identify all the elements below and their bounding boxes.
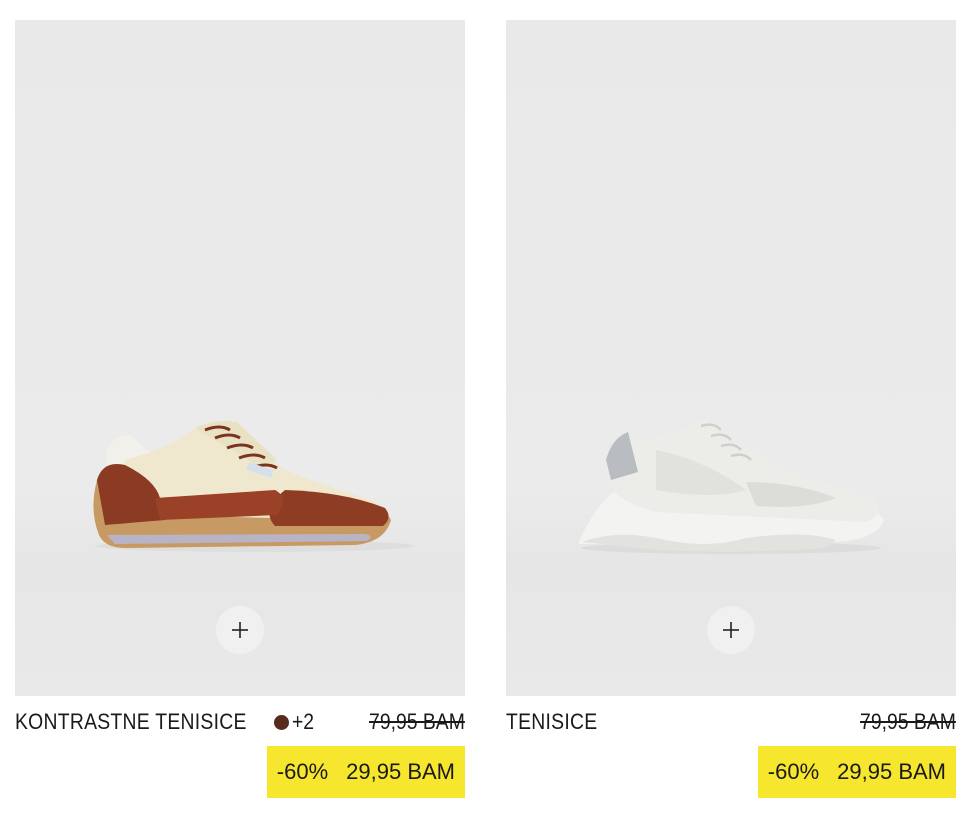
original-price: 79,95 BAM [369,709,465,734]
product-name[interactable]: KONTRASTNE TENISICE [15,709,247,735]
product-image[interactable] [15,20,465,696]
sale-price-badge: -60% 29,95 BAM [757,746,956,798]
sale-price: 29,95 BAM [346,759,455,784]
product-card[interactable]: KONTRASTNE TENISICE +2 79,95 BAM -60% 29… [15,20,465,798]
product-name[interactable]: TENISICE [506,709,597,735]
sale-price-badge: -60% 29,95 BAM [266,746,465,798]
product-info: TENISICE 79,95 BAM [506,696,956,735]
product-card[interactable]: TENISICE 79,95 BAM -60% 29,95 BAM [506,20,956,798]
discount-percent: -60% [276,759,329,784]
product-info: KONTRASTNE TENISICE +2 79,95 BAM [15,696,465,735]
more-colors-count[interactable]: +2 [292,709,314,735]
sale-price: 29,95 BAM [837,759,946,784]
product-image[interactable] [506,20,956,696]
color-swatch[interactable] [274,714,289,730]
plus-icon [723,622,739,638]
add-to-cart-button[interactable] [216,606,264,654]
sneaker-image [578,419,884,554]
discount-percent: -60% [767,759,820,784]
original-price: 79,95 BAM [860,709,956,734]
sneaker-image [93,420,415,552]
color-swatches[interactable]: +2 [274,709,317,735]
plus-icon [232,622,248,638]
add-to-cart-button[interactable] [707,606,755,654]
